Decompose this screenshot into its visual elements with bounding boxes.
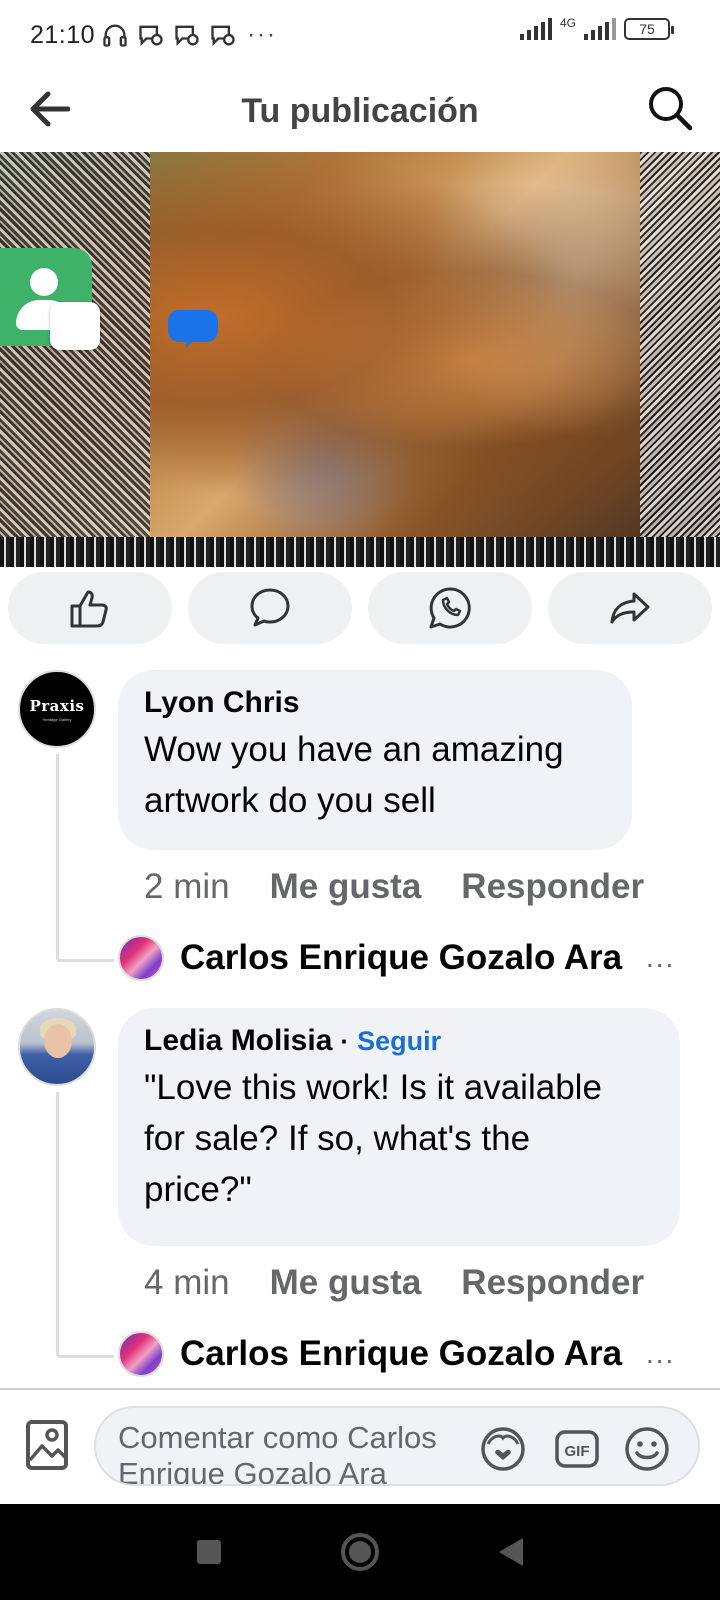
signal-icon bbox=[519, 18, 552, 40]
avatar-logo-text: Praxis bbox=[29, 696, 85, 715]
battery-icon: 75 bbox=[624, 18, 674, 40]
image-noise-bottom bbox=[0, 537, 720, 567]
search-icon bbox=[649, 87, 693, 131]
network-type: 4G bbox=[559, 16, 576, 30]
reply-preview[interactable]: Carlos Enrique Gozalo Ara ... bbox=[118, 1331, 708, 1377]
app-header: Tu publicación bbox=[0, 70, 720, 152]
comment-meta: 4 min Me gusta Responder bbox=[144, 1263, 644, 1303]
photo-icon bbox=[26, 1420, 68, 1470]
comment-input-placeholder: Comentar como Carlos Enrique Gozalo Ara bbox=[118, 1420, 458, 1486]
separator-dot: · bbox=[340, 1025, 350, 1056]
home-button[interactable] bbox=[341, 1533, 379, 1571]
post-image[interactable] bbox=[0, 152, 720, 567]
comment-text-line: price?" bbox=[144, 1170, 252, 1209]
system-back-button[interactable] bbox=[499, 1538, 523, 1566]
messages-badge-icon bbox=[50, 302, 218, 350]
reply-preview[interactable]: Carlos Enrique Gozalo Ara ... bbox=[118, 935, 708, 981]
avatar bbox=[118, 935, 164, 981]
avatar-logo-subtext: Heritage Gallery bbox=[42, 716, 72, 722]
whatsapp-icon bbox=[429, 587, 471, 629]
svg-text:GIF: GIF bbox=[565, 1443, 590, 1460]
reply-author-name: Carlos Enrique Gozalo Ara bbox=[180, 1334, 623, 1373]
gif-icon[interactable]: GIF bbox=[552, 1424, 602, 1474]
emoji-icon[interactable] bbox=[622, 1424, 672, 1474]
follow-button[interactable]: Seguir bbox=[357, 1026, 441, 1057]
comment-button[interactable] bbox=[188, 572, 352, 644]
placeholder-line: Comentar como Carlos bbox=[118, 1420, 437, 1455]
status-bar: 21:10 ··· 4G 75 bbox=[0, 0, 720, 70]
comment-icon bbox=[250, 588, 290, 627]
back-arrow-icon bbox=[30, 91, 70, 127]
battery-level: 75 bbox=[639, 21, 655, 37]
comment-text-line: artwork do you sell bbox=[144, 781, 436, 820]
author-name: Lyon Chris bbox=[144, 686, 300, 719]
comment-time: 4 min bbox=[144, 1263, 230, 1302]
comment-text: "Love this work! Is it available for sal… bbox=[144, 1062, 656, 1215]
author-name: Ledia Molisia bbox=[144, 1024, 333, 1057]
comment-text-line: "Love this work! Is it available bbox=[144, 1068, 602, 1107]
share-button[interactable] bbox=[548, 572, 712, 644]
signal-icon-2 bbox=[584, 18, 616, 40]
avatar-face bbox=[44, 1024, 72, 1058]
reply-more-indicator: ... bbox=[646, 1338, 676, 1369]
avatar[interactable] bbox=[18, 1008, 96, 1086]
comment-bubble[interactable]: Ledia Molisia · Seguir "Love this work! … bbox=[118, 1008, 680, 1246]
post-actions bbox=[8, 572, 712, 644]
reply-author-name: Carlos Enrique Gozalo Ara bbox=[180, 938, 623, 977]
page-title: Tu publicación bbox=[241, 91, 479, 130]
notification-icons bbox=[101, 21, 237, 49]
comment-text-line: for sale? If so, what's the bbox=[144, 1119, 531, 1158]
avatar[interactable]: Praxis Heritage Gallery bbox=[18, 670, 96, 748]
messenger-chat-icon bbox=[175, 25, 199, 46]
comment-meta: 2 min Me gusta Responder bbox=[144, 867, 644, 907]
whatsapp-button[interactable] bbox=[368, 572, 532, 644]
system-navigation-bar bbox=[0, 1504, 720, 1600]
comment-time: 2 min bbox=[144, 867, 230, 906]
messenger-chat-icon bbox=[211, 25, 235, 46]
comment-bubble[interactable]: Lyon Chris Wow you have an amazing artwo… bbox=[118, 670, 632, 850]
back-button[interactable] bbox=[24, 84, 74, 134]
share-icon bbox=[610, 592, 650, 624]
thread-line bbox=[56, 1092, 114, 1358]
comment-author[interactable]: Ledia Molisia · Seguir bbox=[144, 1024, 656, 1058]
like-comment-button[interactable]: Me gusta bbox=[270, 867, 422, 907]
more-notifications-icon: ··· bbox=[247, 21, 278, 48]
thread-line bbox=[56, 754, 114, 962]
system-status: 4G 75 bbox=[519, 16, 674, 40]
headphones-icon bbox=[103, 24, 127, 47]
like-icon bbox=[70, 590, 108, 628]
comment-text-line: Wow you have an amazing bbox=[144, 730, 564, 769]
reply-comment-button[interactable]: Responder bbox=[461, 867, 644, 907]
messenger-chat-icon bbox=[139, 25, 163, 46]
like-button[interactable] bbox=[8, 572, 172, 644]
avatar bbox=[118, 1331, 164, 1377]
recent-apps-button[interactable] bbox=[197, 1540, 221, 1564]
image-noise-right bbox=[640, 152, 720, 567]
like-comment-button[interactable]: Me gusta bbox=[270, 1263, 422, 1303]
reply-comment-button[interactable]: Responder bbox=[461, 1263, 644, 1303]
comment-composer: Comentar como Carlos Enrique Gozalo Ara … bbox=[0, 1390, 720, 1504]
search-button[interactable] bbox=[642, 80, 698, 136]
comment-text: Wow you have an amazing artwork do you s… bbox=[144, 724, 608, 826]
add-photo-button[interactable] bbox=[24, 1418, 70, 1472]
message-bubble-shape bbox=[168, 310, 218, 348]
placeholder-line: Enrique Gozalo Ara bbox=[118, 1456, 387, 1486]
comment-input[interactable]: Comentar como Carlos Enrique Gozalo Ara … bbox=[94, 1406, 700, 1486]
avatar-sticker-icon[interactable] bbox=[478, 1424, 528, 1474]
reply-more-indicator: ... bbox=[646, 942, 676, 973]
contact-head bbox=[30, 268, 58, 296]
comment-author[interactable]: Lyon Chris bbox=[144, 686, 608, 720]
status-time: 21:10 bbox=[30, 20, 96, 49]
